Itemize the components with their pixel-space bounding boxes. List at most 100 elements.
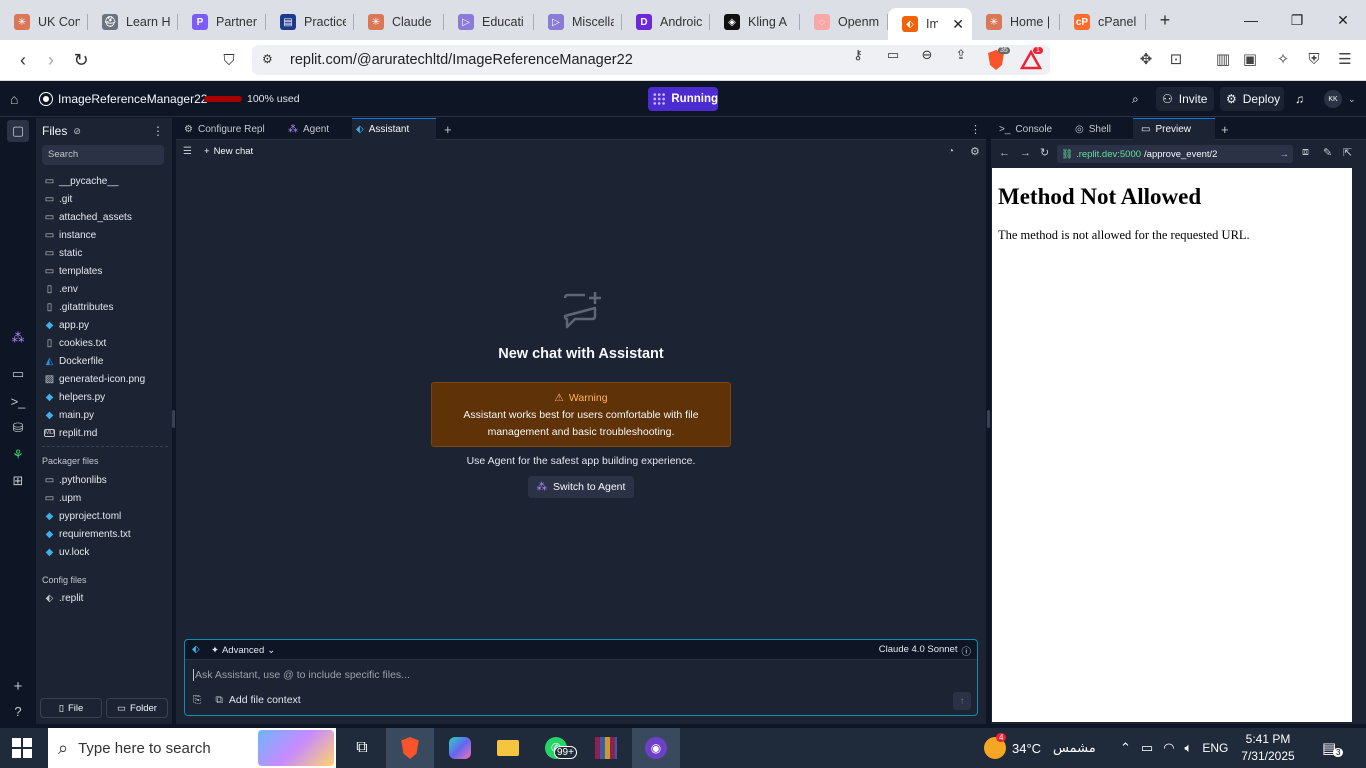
language-indicator[interactable]: ENG — [1202, 741, 1228, 755]
usage-gauge-icon[interactable]: ◔ — [948, 146, 954, 157]
browser-tab[interactable]: ▷ Miscella — [534, 6, 622, 38]
chat-history-icon[interactable]: ☰ — [183, 146, 192, 157]
github-desktop-icon[interactable]: ◉ — [632, 728, 680, 768]
tab-preview[interactable]: ▭ Preview — [1133, 118, 1215, 140]
avatar[interactable]: KK ⌄ — [1324, 87, 1356, 111]
extensions-icon[interactable]: ✥ — [1136, 49, 1156, 69]
usage-bar[interactable] — [204, 96, 242, 102]
browser-tab[interactable]: ◈ Kling A — [710, 6, 800, 38]
file-explorer-icon[interactable] — [484, 728, 532, 768]
settings-icon[interactable]: ⚙ — [970, 145, 980, 158]
windows-start-icon[interactable] — [12, 738, 32, 758]
vpn-icon[interactable]: ⛨ — [1304, 49, 1324, 69]
bookmark-icon[interactable]: ⛉ — [214, 45, 244, 75]
tab-console[interactable]: >_ Console — [995, 118, 1069, 140]
database-tool-icon[interactable]: ⛁ — [9, 419, 27, 437]
cast-icon[interactable]: ▭ — [884, 47, 902, 63]
tab-configure-repl[interactable]: ⚙ Configure Repl — [180, 118, 284, 140]
preview-forward-icon[interactable]: → — [1020, 147, 1031, 159]
go-icon[interactable]: → — [1280, 149, 1290, 160]
browser-tab[interactable]: ⛑ Learn H — [88, 6, 178, 38]
brave-rewards-icon[interactable]: 1 — [1019, 47, 1043, 71]
file-item[interactable]: ◆ pyproject.toml — [44, 508, 122, 524]
panel-resize-handle[interactable] — [172, 410, 175, 428]
folder-item[interactable]: ▭ .pythonlibs — [44, 472, 107, 488]
folder-item[interactable]: ▭ .upm — [44, 490, 81, 506]
devtools-icon[interactable]: ✎ — [1323, 146, 1332, 159]
all-tools-icon[interactable]: ⊞ — [9, 472, 27, 490]
file-item[interactable]: ◆ app.py — [44, 317, 89, 333]
file-item[interactable]: ◆ main.py — [44, 407, 94, 423]
notification-center-icon[interactable]: ▤ 3 — [1322, 728, 1344, 768]
browser-tab[interactable]: ◌ Openm — [800, 6, 888, 38]
clock[interactable]: 5:41 PM 7/31/2025 — [1228, 731, 1308, 765]
preview-back-icon[interactable]: ← — [999, 147, 1010, 159]
sidebar-toggle-icon[interactable]: ▥ — [1213, 49, 1233, 69]
new-chat-button[interactable]: + New chat — [204, 146, 253, 157]
task-view-icon[interactable]: ⧉ — [338, 728, 386, 768]
new-folder-button[interactable]: ▭ Folder — [106, 698, 168, 718]
more-options-icon[interactable]: ⋮ — [152, 124, 164, 138]
url-text[interactable]: replit.com/@aruratechltd/ImageReferenceM… — [290, 52, 633, 68]
run-button[interactable]: Running — [648, 87, 718, 111]
notifications-icon[interactable]: ♫ — [1295, 87, 1304, 111]
attach-icon[interactable]: ⎘ — [193, 694, 201, 707]
invite-button[interactable]: ⚇ Invite — [1156, 87, 1214, 111]
restore-icon[interactable]: ❐ — [1274, 0, 1320, 40]
chevron-up-icon[interactable]: ⌃ — [1120, 740, 1131, 756]
file-item[interactable]: ▯ .gitattributes — [44, 299, 114, 315]
browser-tab[interactable]: cP cPanel — [1060, 6, 1146, 38]
mode-dropdown[interactable]: ✦ Advanced ⌄ — [211, 645, 275, 656]
tab-assistant[interactable]: ⬖ Assistant — [352, 118, 436, 140]
zoom-out-icon[interactable]: ⊖ — [918, 47, 936, 63]
files-tool-icon[interactable]: ▢ — [7, 120, 29, 142]
key-icon[interactable]: ⚷ — [849, 47, 867, 63]
home-icon[interactable]: ⌂ — [10, 91, 18, 107]
file-item[interactable]: ◆ uv.lock — [44, 544, 90, 560]
leo-ai-icon[interactable]: ✧ — [1273, 49, 1293, 69]
switch-to-agent-button[interactable]: ⁂ Switch to Agent — [528, 476, 634, 498]
reload-icon[interactable]: ↻ — [66, 45, 96, 75]
repl-name[interactable]: ImageReferenceManager22 — [40, 92, 207, 106]
brave-shield-icon[interactable]: 35 — [986, 47, 1010, 71]
taskbar-search[interactable]: ⌕ Type here to search — [48, 728, 336, 768]
preview-url-bar[interactable]: ⛓ .replit.dev:5000/approve_event/2 → — [1057, 145, 1293, 163]
file-item[interactable]: ◆ requirements.txt — [44, 526, 131, 542]
add-tab-icon[interactable]: + — [444, 118, 452, 140]
devices-icon[interactable]: ⧈ — [1302, 146, 1309, 159]
browser-tab[interactable]: ✳ UK Con — [0, 6, 88, 38]
menu-icon[interactable]: ☰ — [1335, 49, 1355, 69]
close-tab-icon[interactable]: ✕ — [946, 16, 964, 33]
webview-tool-icon[interactable]: ▭ — [9, 365, 27, 383]
site-settings-icon[interactable]: ⚙ — [262, 52, 273, 66]
secrets-tool-icon[interactable]: ⚘ — [9, 446, 27, 464]
folder-item[interactable]: ▭ static — [44, 245, 83, 261]
chat-input[interactable]: Ask Assistant, use @ to include specific… — [193, 669, 410, 681]
browser-tab[interactable]: ⬖ Ima ✕ — [888, 8, 972, 40]
folder-item[interactable]: ▭ templates — [44, 263, 103, 279]
preview-reload-icon[interactable]: ↻ — [1040, 146, 1049, 159]
wifi-icon[interactable]: ◠ — [1163, 740, 1174, 756]
wallet-icon[interactable]: ▣ — [1240, 49, 1260, 69]
search-icon[interactable]: ⌕ — [1132, 87, 1139, 111]
share-icon[interactable]: ⇪ — [952, 47, 970, 63]
open-new-window-icon[interactable]: ⇱ — [1343, 146, 1352, 159]
file-item[interactable]: ▯ cookies.txt — [44, 335, 107, 351]
browser-tab[interactable]: P Partner — [178, 6, 266, 38]
folder-item[interactable]: ▭ __pycache__ — [44, 173, 119, 189]
browser-tab[interactable]: ▤ Practice — [266, 6, 354, 38]
file-item[interactable]: MD replit.md — [44, 425, 97, 441]
winrar-icon[interactable] — [582, 728, 630, 768]
weather-widget[interactable]: 4 34°C مشمس — [984, 728, 1096, 768]
file-search-input[interactable]: Search — [42, 145, 164, 165]
folder-item[interactable]: ▭ attached_assets — [44, 209, 132, 225]
browser-tab[interactable]: ✳ Home | — [972, 6, 1060, 38]
browser-tab[interactable]: ✳ Claude — [354, 6, 444, 38]
tab-shell[interactable]: ◎ Shell — [1071, 118, 1133, 140]
file-item[interactable]: ▨ generated-icon.png — [44, 371, 145, 387]
help-icon[interactable]: ? — [9, 702, 27, 720]
pane-menu-icon[interactable]: ⋮ — [970, 118, 981, 140]
close-window-icon[interactable]: ✕ — [1320, 0, 1366, 40]
send-button[interactable]: ↑ — [953, 692, 971, 710]
whatsapp-icon[interactable]: ✆ 99+ — [532, 728, 580, 768]
